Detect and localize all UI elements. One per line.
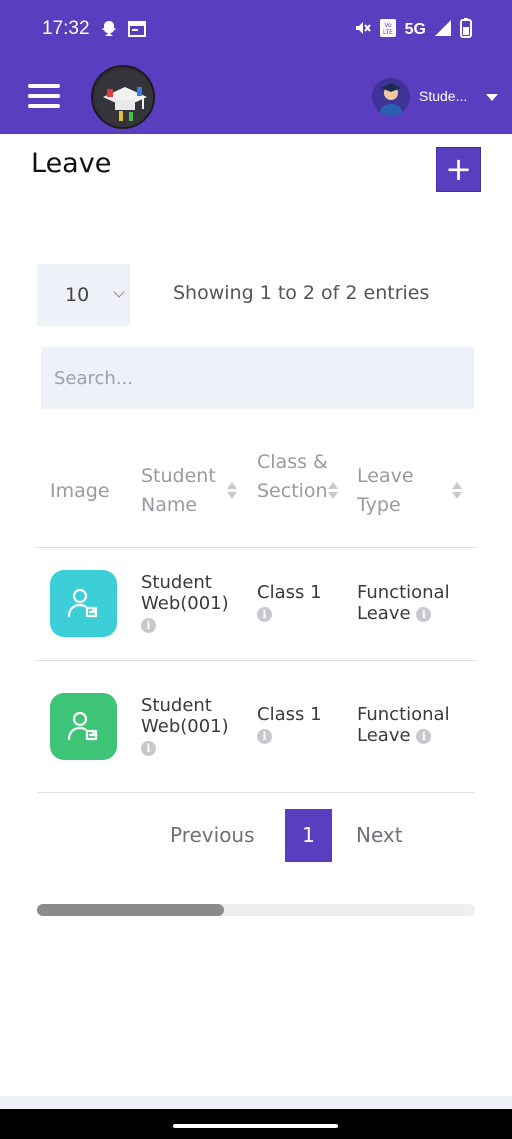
app-bar: Stude... (0, 60, 512, 134)
network-type: 5G (404, 21, 426, 38)
system-nav-bar (0, 1109, 512, 1139)
status-time: 17:32 (42, 18, 90, 39)
sort-icon[interactable] (452, 482, 462, 502)
pagination-page-current[interactable]: 1 (285, 809, 332, 862)
info-icon[interactable]: i (257, 606, 272, 622)
cell-student-name: Student Web(001) i (141, 695, 236, 758)
class-section-text: Class 1 (257, 704, 322, 725)
pagination-previous[interactable]: Previous (170, 823, 255, 847)
class-section-text: Class 1 (257, 582, 322, 603)
info-icon[interactable]: i (416, 728, 432, 744)
info-icon[interactable]: i (141, 617, 156, 633)
chevron-down-icon (113, 286, 125, 298)
page-length-value: 10 (65, 284, 90, 306)
cell-leave-type: Functional Leave i (357, 582, 465, 624)
svg-text:Vo: Vo (384, 22, 392, 29)
student-name-text: Student Web(001) (141, 695, 229, 737)
app-logo[interactable] (91, 65, 155, 129)
status-bar: 17:32 Vo LTE 5G (0, 0, 512, 60)
status-right: Vo LTE 5G (353, 18, 472, 42)
snapchat-icon (100, 20, 118, 42)
column-header-image[interactable]: Image (50, 477, 110, 506)
pagination-next[interactable]: Next (356, 823, 403, 847)
leave-type-text: Functional Leave (357, 704, 450, 746)
cell-leave-type: Functional Leave i (357, 704, 465, 746)
info-icon[interactable]: i (141, 740, 156, 756)
horizontal-scrollbar[interactable] (37, 904, 475, 916)
cell-class-section: Class 1 i (257, 704, 337, 746)
search-input[interactable] (41, 347, 474, 409)
entries-info: Showing 1 to 2 of 2 entries (173, 282, 430, 304)
info-icon[interactable]: i (416, 606, 432, 622)
sort-icon[interactable] (328, 482, 338, 502)
leave-user-icon (50, 693, 117, 760)
column-header-student-name[interactable]: Student Name (141, 462, 231, 520)
svg-text:LTE: LTE (383, 29, 393, 36)
menu-icon[interactable] (28, 84, 60, 108)
column-header-class-section[interactable]: Class & Section (257, 448, 337, 506)
cell-class-section: Class 1 i (257, 582, 337, 624)
volte-icon: Vo LTE (379, 18, 397, 42)
info-icon[interactable]: i (257, 728, 272, 744)
page-length-select[interactable]: 10 (37, 264, 130, 326)
cell-student-name: Student Web(001) i (141, 572, 236, 635)
home-gesture-handle[interactable] (173, 1124, 338, 1128)
column-header-leave-type[interactable]: Leave Type (357, 462, 432, 520)
header-divider (37, 547, 475, 548)
mute-icon (353, 19, 371, 41)
leave-type-text: Functional Leave (357, 582, 450, 624)
page-title: Leave (31, 148, 112, 179)
sort-icon[interactable] (227, 482, 237, 502)
bottom-strip (0, 1096, 512, 1109)
leave-user-icon (50, 570, 117, 637)
signal-icon (434, 19, 452, 41)
caret-down-icon (486, 94, 498, 101)
calendar-icon (128, 20, 146, 42)
battery-icon (460, 18, 472, 42)
add-leave-button[interactable]: + (436, 147, 481, 192)
user-name: Stude... (419, 88, 468, 104)
table-bottom-divider (37, 792, 475, 793)
user-avatar (372, 78, 410, 116)
row-divider (37, 660, 475, 661)
scrollbar-thumb[interactable] (37, 904, 224, 916)
student-name-text: Student Web(001) (141, 572, 229, 614)
user-menu[interactable]: Stude... (372, 78, 502, 118)
